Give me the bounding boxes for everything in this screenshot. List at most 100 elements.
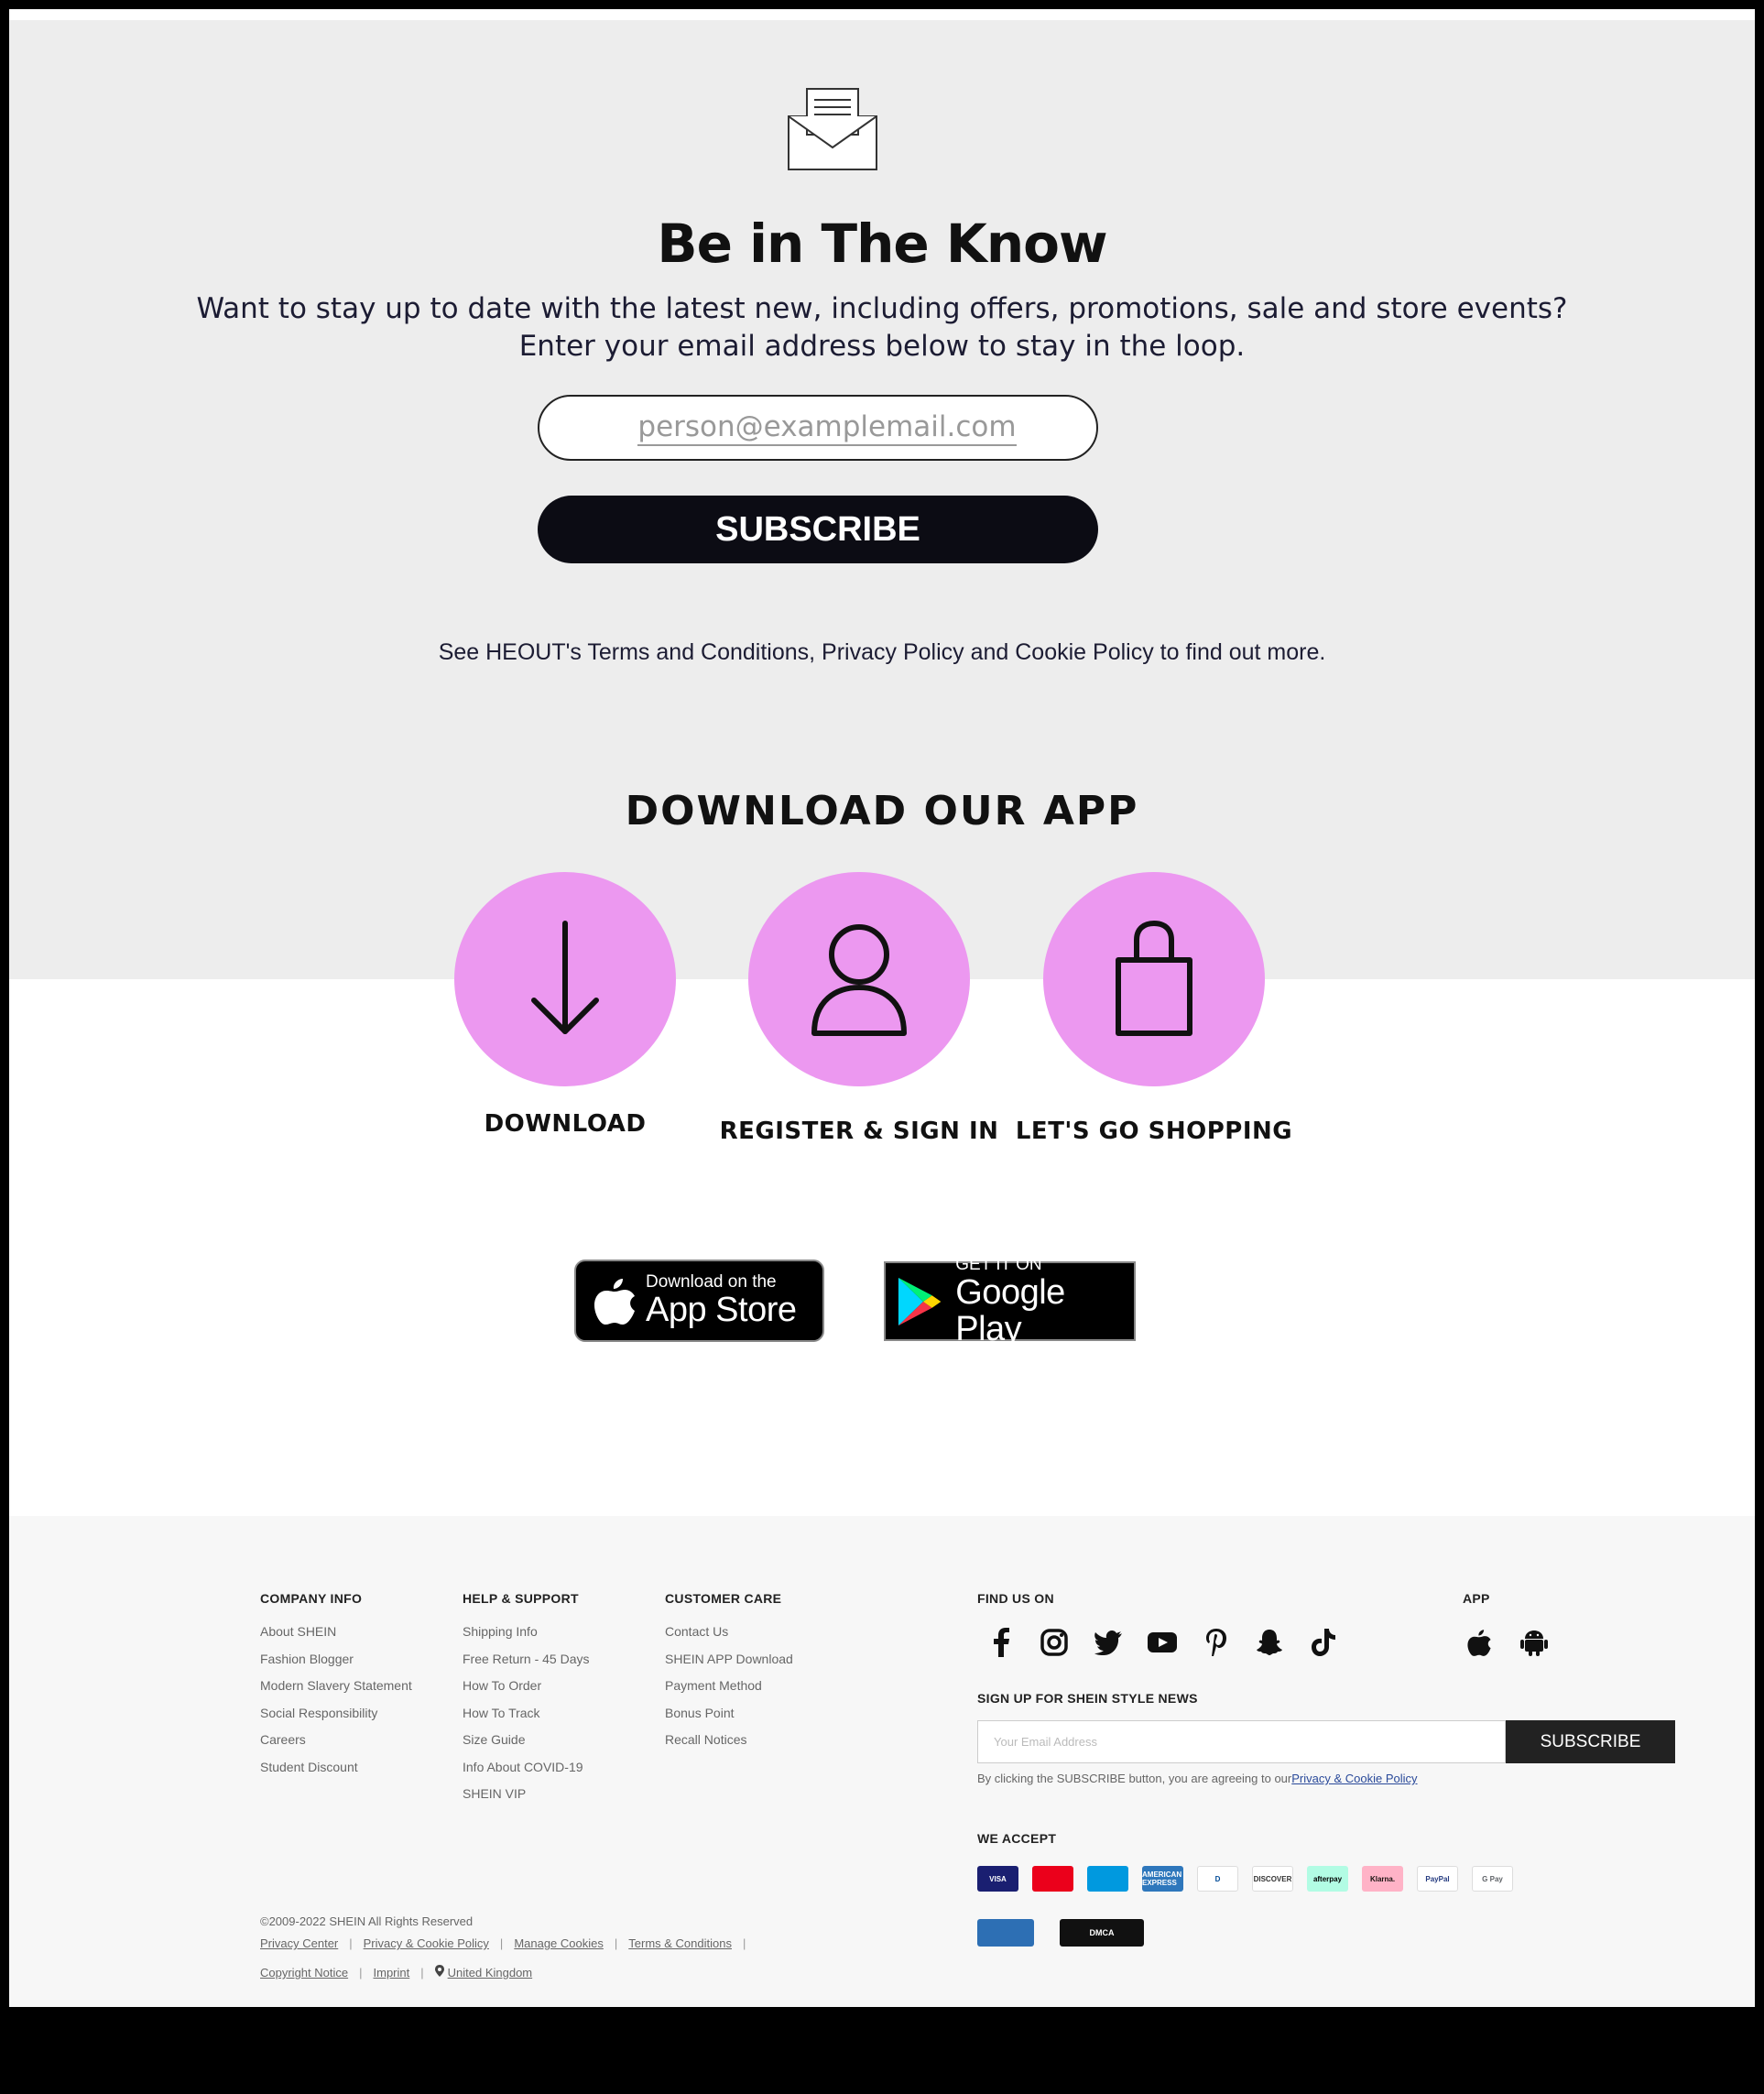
footer-signup-heading: SIGN UP FOR SHEIN STYLE NEWS — [977, 1691, 1198, 1706]
google-play-badge[interactable]: GET IT ON Google Play — [884, 1255, 1136, 1347]
snapchat-icon[interactable] — [1253, 1626, 1286, 1659]
apple-icon[interactable] — [1463, 1626, 1496, 1659]
newsletter-email-input[interactable]: person@examplemail.com — [538, 395, 1098, 461]
privacy-cookie-policy-link[interactable]: Privacy & Cookie Policy — [364, 1936, 489, 1950]
footer-agree-text: By clicking the SUBSCRIBE button, you ar… — [977, 1772, 1418, 1785]
newsletter-terms-text: See HEOUT's Terms and Conditions, Privac… — [438, 639, 1326, 665]
footer-care-heading: CUSTOMER CARE — [665, 1591, 782, 1606]
footer-link[interactable]: Bonus Point — [665, 1704, 793, 1731]
shopping-step-circle — [1043, 872, 1265, 1086]
arrow-down-icon — [531, 921, 599, 1034]
shopping-step-label: LET'S GO SHOPPING — [1015, 1118, 1293, 1145]
footer-link[interactable]: Payment Method — [665, 1676, 793, 1704]
pinterest-icon[interactable] — [1200, 1626, 1233, 1659]
footer-privacy-link[interactable]: Privacy & Cookie Policy — [1291, 1772, 1417, 1785]
newsletter-email-placeholder: person@examplemail.com — [637, 409, 1017, 446]
newsletter-subtitle-line-1: Want to stay up to date with the latest … — [196, 292, 1568, 325]
privacy-center-link[interactable]: Privacy Center — [260, 1936, 338, 1950]
footer-link[interactable]: SHEIN VIP — [463, 1784, 590, 1812]
google-play-small-text: GET IT ON — [955, 1254, 1042, 1274]
app-store-badge[interactable]: Download on the App Store — [574, 1260, 824, 1342]
payment-method-badge: AMERICAN EXPRESS — [1142, 1866, 1183, 1892]
download-step-circle — [454, 872, 676, 1086]
footer-link[interactable]: Recall Notices — [665, 1730, 793, 1758]
region-selector[interactable]: United Kingdom — [448, 1966, 533, 1979]
trust-seal-badge — [977, 1919, 1034, 1947]
android-icon[interactable] — [1518, 1626, 1551, 1659]
shopping-bag-icon — [1116, 920, 1192, 1036]
separator: | — [614, 1936, 618, 1950]
footer-care-list: Contact Us SHEIN APP Download Payment Me… — [665, 1622, 793, 1758]
footer-link[interactable]: How To Track — [463, 1704, 590, 1731]
twitter-icon[interactable] — [1092, 1626, 1125, 1659]
instagram-icon[interactable] — [1038, 1626, 1071, 1659]
newsletter-title: Be in The Know — [657, 213, 1107, 275]
footer-email-placeholder: Your Email Address — [994, 1735, 1097, 1749]
footer-link[interactable]: Fashion Blogger — [260, 1650, 412, 1677]
imprint-link[interactable]: Imprint — [374, 1966, 410, 1979]
footer-link[interactable]: Info About COVID-19 — [463, 1758, 590, 1785]
payment-method-badge: D — [1197, 1866, 1238, 1892]
footer-link[interactable]: Free Return - 45 Days — [463, 1650, 590, 1677]
separator: | — [499, 1936, 504, 1950]
footer-company-list: About SHEIN Fashion Blogger Modern Slave… — [260, 1622, 412, 1784]
google-play-big-text: Google Play — [955, 1272, 1065, 1348]
footer-link[interactable]: About SHEIN — [260, 1622, 412, 1650]
copyright-notice-link[interactable]: Copyright Notice — [260, 1966, 348, 1979]
tiktok-icon[interactable] — [1307, 1626, 1340, 1659]
separator: | — [349, 1936, 353, 1950]
footer-link[interactable]: Size Guide — [463, 1730, 590, 1758]
terms-conditions-link[interactable]: Terms & Conditions — [628, 1936, 732, 1950]
payment-method-badge: VISA — [977, 1866, 1018, 1892]
footer-we-accept-heading: WE ACCEPT — [977, 1831, 1057, 1846]
footer-subscribe-button[interactable]: SUBSCRIBE — [1506, 1720, 1675, 1763]
footer-link[interactable]: SHEIN APP Download — [665, 1650, 793, 1677]
apple-icon — [594, 1279, 635, 1325]
footer-legal-row-2: Copyright Notice | Imprint | United Kingdom — [260, 1965, 532, 1979]
app-store-small-text: Download on the — [646, 1272, 777, 1292]
payment-method-badge: PayPal — [1417, 1866, 1458, 1892]
footer-find-us-heading: FIND US ON — [977, 1591, 1054, 1606]
footer-link[interactable]: How To Order — [463, 1676, 590, 1704]
trust-seal-badge: DMCA — [1060, 1919, 1144, 1947]
footer-link[interactable]: Careers — [260, 1730, 412, 1758]
newsletter-subtitle-line-2: Enter your email address below to stay i… — [518, 330, 1246, 363]
youtube-icon[interactable] — [1146, 1626, 1179, 1659]
footer-link[interactable]: Social Responsibility — [260, 1704, 412, 1731]
payment-method-badge: DISCOVER — [1252, 1866, 1293, 1892]
footer-app-heading: APP — [1463, 1591, 1490, 1606]
footer-link[interactable]: Student Discount — [260, 1758, 412, 1785]
facebook-icon[interactable] — [985, 1626, 1018, 1659]
footer-link[interactable]: Modern Slavery Statement — [260, 1676, 412, 1704]
footer-email-input[interactable]: Your Email Address — [977, 1720, 1506, 1763]
location-pin-icon — [434, 1965, 444, 1979]
page-frame: Be in The Know Want to stay up to date w… — [9, 9, 1755, 2007]
google-play-icon — [898, 1277, 942, 1325]
separator: | — [742, 1936, 746, 1950]
footer-link[interactable]: Contact Us — [665, 1622, 793, 1650]
payment-method-badge: G Pay — [1472, 1866, 1513, 1892]
separator: | — [359, 1966, 363, 1979]
payment-method-badge: Klarna. — [1362, 1866, 1403, 1892]
manage-cookies-link[interactable]: Manage Cookies — [514, 1936, 604, 1950]
footer-link[interactable]: Shipping Info — [463, 1622, 590, 1650]
envelope-icon — [788, 88, 877, 170]
download-step-label: DOWNLOAD — [484, 1110, 647, 1138]
separator: | — [420, 1966, 424, 1979]
payment-method-badge — [1032, 1866, 1073, 1892]
footer-legal-row-1: Privacy Center | Privacy & Cookie Policy | M… — [260, 1936, 757, 1950]
payment-method-badge — [1087, 1866, 1128, 1892]
google-play-text: GET IT ON Google Play — [955, 1254, 1134, 1348]
footer-agree-label: By clicking the SUBSCRIBE button, you ar… — [977, 1772, 1292, 1785]
app-store-text: Download on the App Store — [646, 1272, 797, 1329]
user-icon — [811, 924, 907, 1036]
download-app-title: DOWNLOAD OUR APP — [625, 788, 1139, 834]
newsletter-subtitle: Want to stay up to date with the latest … — [9, 290, 1755, 365]
payment-method-badge: afterpay — [1307, 1866, 1348, 1892]
register-step-circle — [748, 872, 970, 1086]
footer-help-heading: HELP & SUPPORT — [463, 1591, 579, 1606]
footer-copyright: ©2009-2022 SHEIN All Rights Reserved — [260, 1914, 474, 1928]
newsletter-subscribe-button[interactable]: SUBSCRIBE — [538, 496, 1098, 563]
footer-help-list: Shipping Info Free Return - 45 Days How … — [463, 1622, 590, 1812]
register-step-label: REGISTER & SIGN IN — [719, 1118, 999, 1145]
